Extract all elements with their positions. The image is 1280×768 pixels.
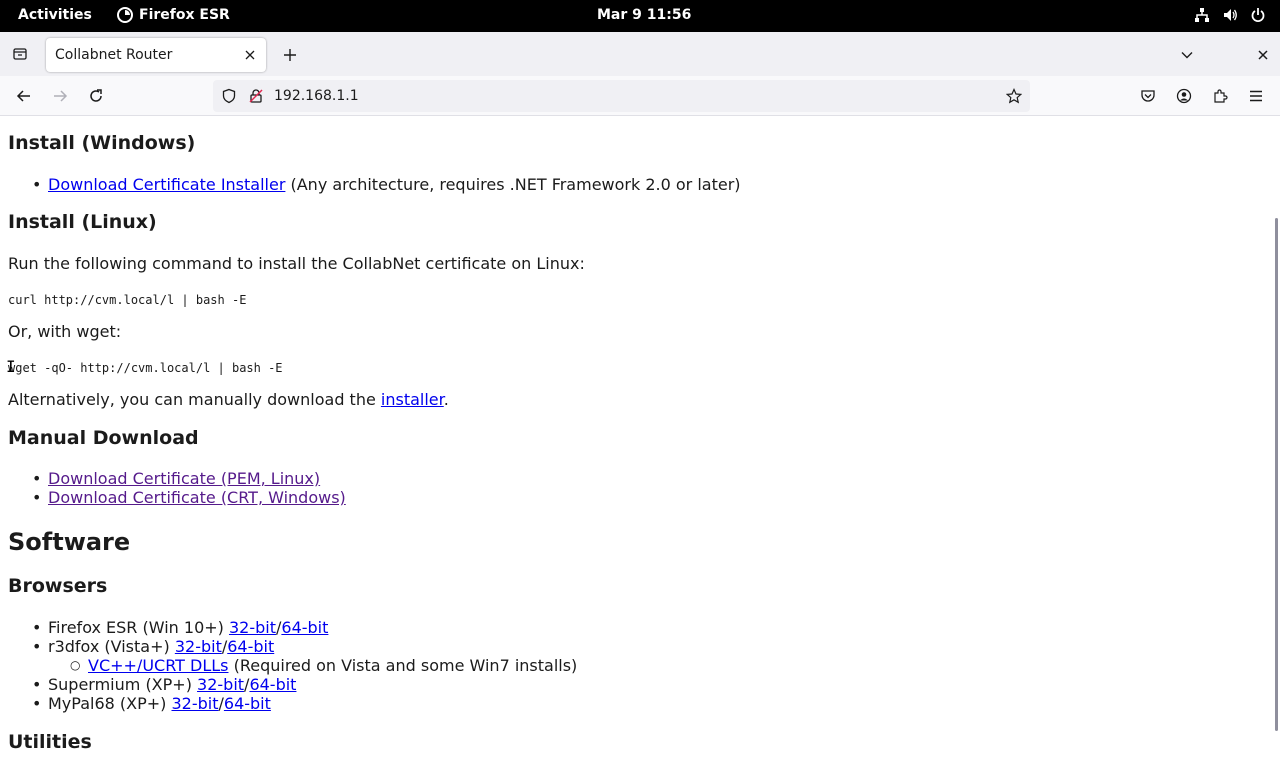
vc-dlls-note: (Required on Vista and some Win7 install…	[228, 656, 578, 675]
app-name: Firefox ESR	[139, 7, 230, 23]
linux-intro-text: Run the following command to install the…	[8, 254, 585, 273]
browser-name: Firefox ESR (Win 10+)	[48, 618, 229, 637]
insecure-lock-icon[interactable]	[248, 88, 264, 104]
active-tab[interactable]: Collabnet Router	[46, 38, 266, 72]
download-pem-link[interactable]: Download Certificate (PEM, Linux)	[48, 469, 320, 488]
clock[interactable]: Mar 9 11:56	[597, 7, 691, 23]
tab-list-icon[interactable]	[8, 42, 32, 66]
back-icon[interactable]	[12, 84, 36, 108]
heading-browsers: Browsers	[8, 575, 108, 597]
system-tray[interactable]	[1194, 7, 1266, 23]
wget-intro-text: Or, with wget:	[8, 322, 122, 341]
curl-command[interactable]: curl http://cvm.local/l | bash -E	[8, 291, 246, 310]
list-item: Download Certificate (CRT, Windows)	[32, 488, 346, 507]
navigation-toolbar: 192.168.1.1	[0, 76, 1280, 116]
tab-strip: Collabnet Router	[0, 32, 1280, 76]
installer-link[interactable]: installer	[381, 390, 444, 409]
r3dfox-64bit-link[interactable]: 64-bit	[227, 637, 274, 656]
forward-icon[interactable]	[48, 84, 72, 108]
supermium-32bit-link[interactable]: 32-bit	[197, 675, 244, 694]
download-certificate-installer-link[interactable]: Download Certificate Installer	[48, 175, 285, 194]
system-top-bar: Activities Firefox ESR Mar 9 11:56	[0, 0, 1280, 32]
page-scrollbar[interactable]	[1275, 218, 1278, 731]
url-text[interactable]: 192.168.1.1	[274, 88, 359, 104]
installer-note: (Any architecture, requires .NET Framewo…	[285, 175, 741, 194]
browser-name: r3dfox (Vista+)	[48, 637, 175, 656]
app-menu[interactable]: Firefox ESR	[117, 7, 230, 23]
pocket-icon[interactable]	[1136, 84, 1160, 108]
page-content: Install (Windows) Download Certificate I…	[0, 117, 1272, 768]
volume-icon	[1222, 7, 1238, 23]
tab-title: Collabnet Router	[55, 47, 173, 63]
browser-name: Supermium (XP+)	[48, 675, 198, 694]
heading-install-windows: Install (Windows)	[8, 132, 196, 154]
power-icon	[1250, 7, 1266, 23]
activities-button[interactable]: Activities	[18, 7, 92, 23]
network-icon	[1194, 7, 1210, 23]
heading-utilities: Utilities	[8, 731, 92, 753]
sub-list-item-vc-dlls: VC++/UCRT DLLs (Required on Vista and so…	[70, 656, 578, 675]
text-cursor: I	[6, 357, 16, 376]
firefox-esr-64bit-link[interactable]: 64-bit	[281, 618, 328, 637]
list-item: Download Certificate (PEM, Linux)	[32, 469, 320, 488]
menu-icon[interactable]	[1244, 84, 1268, 108]
heading-manual-download: Manual Download	[8, 427, 199, 449]
plus-icon[interactable]	[279, 44, 301, 66]
heading-software: Software	[8, 528, 131, 556]
close-icon[interactable]	[242, 47, 258, 63]
list-item-firefox-esr: Firefox ESR (Win 10+) 32-bit/64-bit	[32, 618, 328, 637]
address-bar[interactable]: 192.168.1.1	[213, 80, 1030, 112]
shield-icon[interactable]	[221, 88, 237, 104]
r3dfox-32bit-link[interactable]: 32-bit	[175, 637, 222, 656]
download-crt-link[interactable]: Download Certificate (CRT, Windows)	[48, 488, 346, 507]
star-icon[interactable]	[1006, 88, 1022, 104]
list-item-supermium: Supermium (XP+) 32-bit/64-bit	[32, 675, 296, 694]
chevron-down-icon[interactable]	[1176, 44, 1198, 66]
alternative-suffix: .	[443, 390, 449, 409]
heading-install-linux: Install (Linux)	[8, 211, 157, 233]
browser-name: MyPal68 (XP+)	[48, 694, 172, 713]
vc-ucrt-dlls-link[interactable]: VC++/UCRT DLLs	[88, 656, 229, 675]
alternative-text: Alternatively, you can manually download…	[8, 390, 449, 409]
account-icon[interactable]	[1172, 84, 1196, 108]
firefox-icon	[117, 7, 133, 23]
wget-command[interactable]: wget -qO- http://cvm.local/l | bash -E	[8, 359, 283, 378]
window-close-icon[interactable]	[1252, 44, 1274, 66]
mypal68-32bit-link[interactable]: 32-bit	[171, 694, 218, 713]
mypal68-64bit-link[interactable]: 64-bit	[224, 694, 271, 713]
reload-icon[interactable]	[84, 84, 108, 108]
extensions-icon[interactable]	[1208, 84, 1232, 108]
firefox-esr-32bit-link[interactable]: 32-bit	[229, 618, 276, 637]
alternative-prefix: Alternatively, you can manually download…	[8, 390, 381, 409]
supermium-64bit-link[interactable]: 64-bit	[249, 675, 296, 694]
list-item-mypal68: MyPal68 (XP+) 32-bit/64-bit	[32, 694, 271, 713]
list-item: Download Certificate Installer (Any arch…	[32, 175, 741, 194]
list-item-r3dfox: r3dfox (Vista+) 32-bit/64-bit	[32, 637, 274, 656]
